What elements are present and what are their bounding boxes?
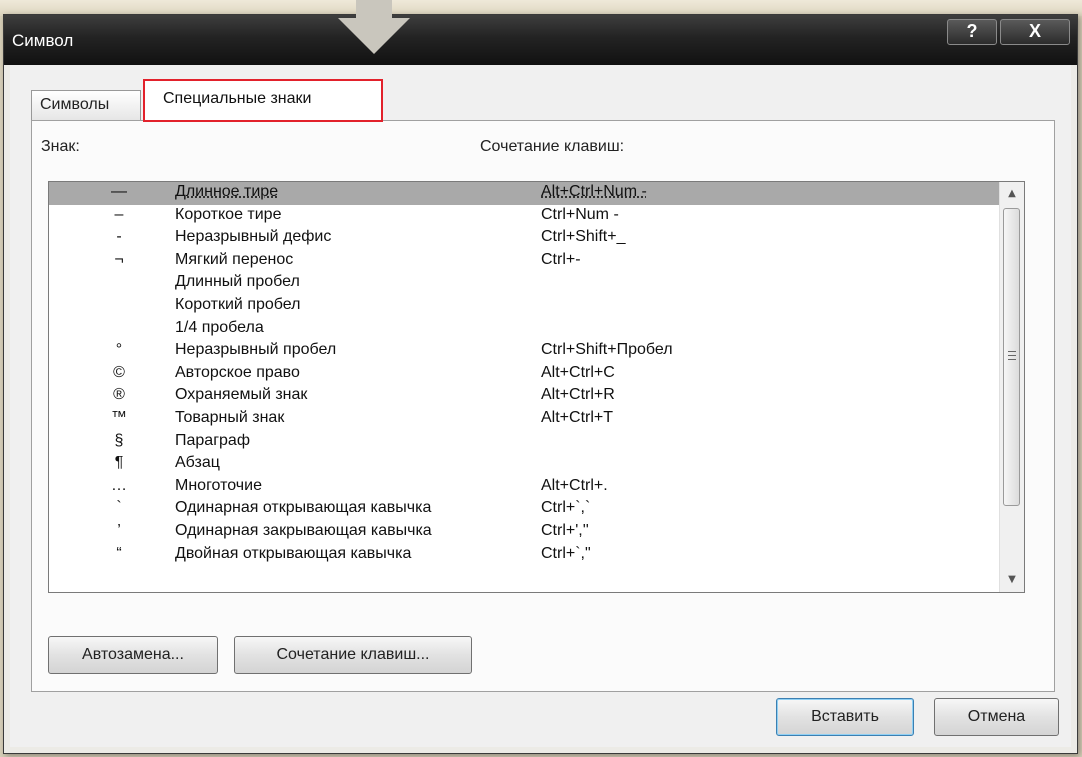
tab-symbols[interactable]: Символы: [31, 90, 141, 120]
list-item[interactable]: ° Неразрывный пробел Ctrl+Shift+Пробел: [49, 340, 1021, 363]
row-shortcut: Ctrl+`,`: [541, 499, 591, 517]
row-symbol: -: [116, 228, 122, 246]
row-name: Авторское право: [175, 363, 300, 381]
scroll-down-arrow-icon[interactable]: ▼: [1000, 570, 1024, 590]
column-header-sign: Знак:: [41, 138, 80, 155]
row-symbol: ©: [113, 363, 125, 381]
row-shortcut: Ctrl+-: [541, 250, 581, 268]
row-name: Параграф: [175, 431, 250, 449]
row-symbol: §: [114, 431, 124, 449]
row-symbol: —: [111, 183, 127, 200]
row-shortcut: Alt+Ctrl+R: [541, 386, 615, 404]
list-item[interactable]: ’ Одинарная закрывающая кавычка Ctrl+','': [49, 521, 1021, 544]
help-button[interactable]: ?: [947, 19, 997, 45]
row-shortcut: Ctrl+`,": [541, 544, 591, 562]
row-shortcut: Alt+Ctrl+.: [541, 476, 608, 494]
row-symbol: °: [115, 341, 123, 359]
list-item[interactable]: – Короткое тире Ctrl+Num -: [49, 205, 1021, 228]
tab-special-characters[interactable]: Специальные знаки: [143, 79, 383, 122]
row-name: Двойная открывающая кавычка: [175, 544, 412, 562]
list-item[interactable]: ¬ Мягкий перенос Ctrl+-: [49, 250, 1021, 273]
row-name: Короткое тире: [175, 205, 282, 223]
dialog-body: Символы Специальные знаки Знак: Сочетани…: [10, 65, 1071, 747]
list-item[interactable]: ® Охраняемый знак Alt+Ctrl+R: [49, 385, 1021, 408]
scrollbar-thumb[interactable]: [1003, 208, 1020, 506]
row-name: Мягкий перенос: [175, 250, 294, 268]
row-name: Длинный пробел: [175, 273, 300, 291]
row-name: Одинарная закрывающая кавычка: [175, 521, 432, 539]
row-name: Неразрывный дефис: [175, 228, 332, 246]
row-name: Одинарная открывающая кавычка: [175, 499, 432, 517]
row-shortcut: Ctrl+Num -: [541, 205, 619, 223]
list-item[interactable]: ™ Товарный знак Alt+Ctrl+T: [49, 408, 1021, 431]
row-symbol: ¶: [114, 454, 124, 472]
list-item[interactable]: § Параграф: [49, 431, 1021, 454]
row-name: Длинное тире: [175, 183, 279, 200]
list-item[interactable]: - Неразрывный дефис Ctrl+Shift+_: [49, 227, 1021, 250]
row-shortcut: Ctrl+Shift+Пробел: [541, 341, 673, 359]
insert-button[interactable]: Вставить: [776, 698, 914, 736]
autocorrect-button[interactable]: Автозамена...: [48, 636, 218, 674]
row-shortcut: Alt+Ctrl+Num -: [541, 183, 647, 200]
row-shortcut: Ctrl+','': [541, 521, 589, 539]
shortcut-key-button[interactable]: Сочетание клавиш...: [234, 636, 472, 674]
row-shortcut: Alt+Ctrl+C: [541, 363, 615, 381]
list-item[interactable]: — Длинное тире Alt+Ctrl+Num -: [49, 182, 1021, 205]
list-rows: — Длинное тире Alt+Ctrl+Num - – Короткое тир…: [49, 182, 1021, 566]
row-symbol: ®: [113, 386, 125, 404]
list-item[interactable]: ¶ Абзац: [49, 453, 1021, 476]
list-item[interactable]: 1/4 пробела: [49, 318, 1021, 341]
row-name: Охраняемый знак: [175, 386, 308, 404]
cancel-button[interactable]: Отмена: [934, 698, 1059, 736]
row-name: Неразрывный пробел: [175, 341, 337, 359]
list-item[interactable]: © Авторское право Alt+Ctrl+C: [49, 363, 1021, 386]
list-item[interactable]: “ Двойная открывающая кавычка Ctrl+`,": [49, 544, 1021, 567]
special-characters-list[interactable]: — Длинное тире Alt+Ctrl+Num - – Короткое тир…: [48, 181, 1025, 593]
row-name: 1/4 пробела: [175, 318, 264, 336]
row-name: Товарный знак: [175, 408, 285, 426]
grip-icon: [1008, 351, 1016, 360]
dialog-title: Символ: [12, 31, 74, 50]
list-item[interactable]: Короткий пробел: [49, 295, 1021, 318]
close-button[interactable]: X: [1000, 19, 1070, 45]
row-symbol: …: [111, 476, 127, 494]
list-item[interactable]: Длинный пробел: [49, 272, 1021, 295]
row-name: Многоточие: [175, 476, 262, 494]
column-header-shortcut: Сочетание клавиш:: [480, 138, 625, 155]
row-name: Абзац: [175, 454, 220, 472]
row-shortcut: Ctrl+Shift+_: [541, 228, 626, 246]
row-symbol: ¬: [114, 250, 124, 268]
list-item[interactable]: … Многоточие Alt+Ctrl+.: [49, 476, 1021, 499]
row-shortcut: Alt+Ctrl+T: [541, 408, 614, 426]
row-symbol: ™: [111, 408, 127, 426]
row-name: Короткий пробел: [175, 295, 301, 313]
row-symbol: –: [114, 205, 124, 223]
row-symbol: “: [116, 544, 122, 562]
vertical-scrollbar[interactable]: ▲ ▼: [999, 182, 1024, 592]
row-symbol: `: [116, 499, 122, 517]
down-arrow-icon: [338, 0, 410, 54]
symbol-dialog: Символ ? X Символы Специальные знаки Зна…: [3, 14, 1078, 754]
scroll-up-arrow-icon[interactable]: ▲: [1000, 184, 1024, 204]
arrow-head: [338, 18, 410, 54]
row-symbol: ’: [117, 521, 121, 539]
list-item[interactable]: ` Одинарная открывающая кавычка Ctrl+`,`: [49, 498, 1021, 521]
title-bar: Символ ? X: [4, 15, 1077, 65]
